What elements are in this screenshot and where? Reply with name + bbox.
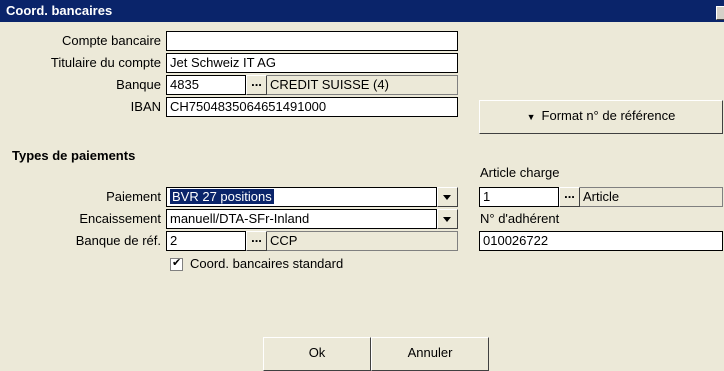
titulaire-label: Titulaire du compte [50,55,161,70]
iban-input[interactable]: CH7504835064651491000 [166,97,458,117]
banque-ref-label: Banque de réf. [75,233,161,248]
banque-label: Banque [116,77,161,92]
triangle-down-icon: ▼ [526,112,536,122]
format-reference-button[interactable]: ▼ Format n° de référence [479,100,723,134]
iban-label: IBAN [130,99,161,114]
close-icon[interactable] [716,6,724,20]
title-bar: Coord. bancaires [0,0,724,22]
banque-code-input[interactable]: 4835 [166,75,246,95]
banque-browse-button[interactable]: ... [246,75,267,95]
paiement-selected-value: BVR 27 positions [169,188,275,205]
window-title: Coord. bancaires [6,3,113,18]
paiement-label: Paiement [106,189,161,204]
ok-button[interactable]: Ok [263,337,371,371]
article-code-input[interactable]: 1 [479,187,559,207]
adherent-label: N° d'adhérent [480,211,560,226]
banque-ref-browse-button[interactable]: ... [246,231,267,251]
dialog-body: Compte bancaire Titulaire du compte Jet … [0,22,724,371]
adherent-input[interactable]: 010026722 [479,231,723,251]
standard-checkbox[interactable] [170,256,183,271]
article-charge-label: Article charge [480,165,560,180]
banque-ref-name: CCP [267,231,458,251]
compte-bancaire-label: Compte bancaire [62,33,161,48]
encaissement-label: Encaissement [79,211,161,226]
encaissement-select[interactable]: manuell/DTA-SFr-Inland [166,209,437,229]
article-name: Article [580,187,723,207]
cancel-button[interactable]: Annuler [371,337,489,371]
standard-checkbox-label: Coord. bancaires standard [190,256,344,271]
encaissement-dropdown-arrow-icon[interactable] [437,209,458,229]
paiement-dropdown-arrow-icon[interactable] [437,187,458,207]
banque-name: CREDIT SUISSE (4) [267,75,458,95]
format-reference-label: Format n° de référence [541,108,676,123]
types-paiements-title: Types de paiements [12,148,136,163]
banque-ref-code-input[interactable]: 2 [166,231,246,251]
article-browse-button[interactable]: ... [559,187,580,207]
paiement-select[interactable]: BVR 27 positions [166,187,437,207]
compte-bancaire-input[interactable] [166,31,458,51]
titulaire-input[interactable]: Jet Schweiz IT AG [166,53,458,73]
